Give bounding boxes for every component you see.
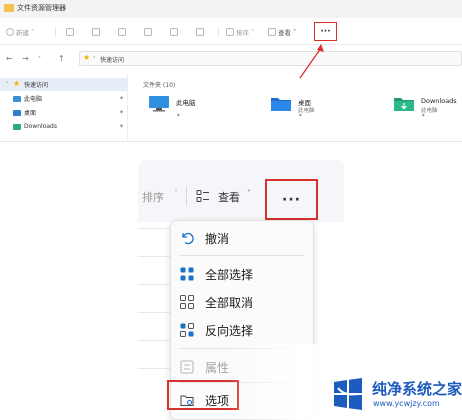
desktop-folder-icon: [271, 98, 291, 111]
menu-item-select-none[interactable]: 全部取消: [171, 288, 313, 316]
share-button[interactable]: [170, 25, 182, 39]
address-bar[interactable]: [79, 51, 462, 66]
address-path: 快速访问: [100, 57, 125, 64]
menu-item-undo[interactable]: 撤消: [171, 224, 313, 252]
download-folder-icon: [394, 98, 414, 111]
watermark-title: 纯净系统之家: [372, 380, 462, 398]
folder-this-pc[interactable]: 此电脑 ✦: [148, 95, 258, 125]
folder-name: Downloads: [421, 97, 457, 105]
folder-icon: [4, 4, 14, 12]
pin-icon: ✦: [421, 113, 426, 119]
monitor-icon: [13, 95, 21, 102]
section-title: 文件夹 (10): [143, 82, 176, 89]
chevron-right-icon: ›: [93, 54, 96, 61]
sidebar-item-label: 桌面: [24, 110, 37, 117]
share-icon: [170, 28, 178, 36]
pin-icon: ✦: [176, 113, 181, 119]
monitor-icon: [149, 96, 169, 112]
menu-item-label: 全部选择: [205, 268, 254, 282]
new-label: 新建: [16, 29, 29, 37]
properties-icon: [180, 360, 194, 374]
chevron-down-icon[interactable]: ˅: [38, 56, 41, 63]
cut-icon: [66, 28, 74, 36]
chevron-down-icon: ˅: [247, 189, 251, 198]
pin-icon: ✦: [298, 113, 303, 119]
download-icon: [13, 123, 21, 130]
sort-icon: [226, 28, 234, 36]
window-title: 文件资源管理器: [17, 4, 66, 12]
select-none-icon: [180, 295, 194, 309]
select-all-icon: [180, 267, 194, 281]
chevron-down-icon: ˅: [251, 28, 255, 36]
chevron-down-icon: ˅: [6, 81, 9, 88]
sidebar-item-label: 此电脑: [24, 96, 43, 103]
sidebar-item-label: 快速访问: [24, 82, 49, 89]
chevron-down-icon: ˅: [31, 28, 35, 36]
forward-arrow-icon[interactable]: →: [22, 54, 29, 63]
sort-button[interactable]: 排序 ˅: [226, 25, 254, 39]
sidebar-item-label: Downloads: [24, 123, 57, 130]
more-options-button[interactable]: ···: [314, 22, 337, 41]
pin-icon: ✦: [119, 109, 125, 116]
sidebar-item-downloads[interactable]: Downloads ✦: [0, 120, 127, 133]
delete-button[interactable]: [196, 25, 208, 39]
star-icon: ★: [13, 79, 21, 88]
menu-item-select-all[interactable]: 全部选择: [171, 260, 313, 288]
menu-item-invert-selection[interactable]: 反向选择: [171, 316, 313, 344]
chevron-down-icon: ˅: [293, 28, 297, 36]
invert-selection-icon: [180, 323, 194, 337]
new-button[interactable]: 新建 ˅: [6, 25, 34, 39]
menu-item-label: 反向选择: [205, 324, 254, 338]
back-arrow-icon[interactable]: ←: [6, 54, 13, 63]
up-arrow-icon[interactable]: ↑: [58, 54, 65, 63]
folder-downloads[interactable]: Downloads 此电脑 ✦: [393, 95, 462, 125]
view-label: 查看: [278, 29, 291, 37]
watermark-logo-icon: [334, 378, 362, 410]
plus-icon: [6, 28, 14, 36]
desktop-icon: [13, 109, 21, 116]
pin-icon: ✦: [119, 95, 125, 102]
rename-icon: [144, 28, 152, 36]
sidebar-item-quick-access[interactable]: ˅ ★ 快速访问: [0, 78, 127, 91]
view-icon: [268, 28, 276, 36]
copy-icon: [92, 28, 100, 36]
separator: [186, 186, 187, 206]
view-label[interactable]: 查看: [218, 189, 240, 205]
folder-desktop[interactable]: 桌面 此电脑 ✦: [270, 95, 380, 125]
paste-icon: [118, 28, 126, 36]
trash-icon: [196, 28, 204, 36]
menu-item-label: 撤消: [205, 232, 230, 246]
menu-separator: [179, 255, 305, 256]
navigation-pane: ˅ ★ 快速访问 此电脑 ✦ 桌面 ✦ Downloads ✦: [0, 74, 128, 142]
sidebar-item-desktop[interactable]: 桌面 ✦: [0, 106, 127, 119]
cut-button[interactable]: [66, 25, 78, 39]
title-bar: 文件资源管理器: [0, 0, 462, 18]
command-bar: 新建 ˅ 排序 ˅ 查看 ˅: [0, 19, 462, 45]
paste-button[interactable]: [118, 25, 130, 39]
menu-item-label: 全部取消: [205, 296, 254, 310]
rename-button[interactable]: [144, 25, 156, 39]
star-icon: ★: [83, 53, 91, 62]
undo-icon: [182, 232, 194, 245]
more-options-button-zoomed[interactable]: ···: [265, 179, 318, 220]
view-icon: [196, 190, 209, 202]
chevron-down-icon: ˅: [174, 189, 178, 198]
file-explorer-window: 文件资源管理器 新建 ˅ 排序 ˅ 查看 ˅ ··· ← → ˅ ↑ ★ › 快…: [0, 0, 462, 142]
pin-icon: ✦: [119, 123, 125, 130]
menu-item-label: 属性: [205, 361, 230, 375]
copy-button[interactable]: [92, 25, 104, 39]
sort-label: 排序: [236, 29, 249, 37]
sidebar-item-this-pc[interactable]: 此电脑 ✦: [0, 92, 127, 105]
sort-label[interactable]: 排序: [142, 189, 164, 205]
view-button[interactable]: 查看 ˅: [268, 25, 296, 39]
watermark-url: www.ycwjzy.com: [373, 399, 440, 408]
folder-name: 此电脑: [176, 99, 196, 107]
